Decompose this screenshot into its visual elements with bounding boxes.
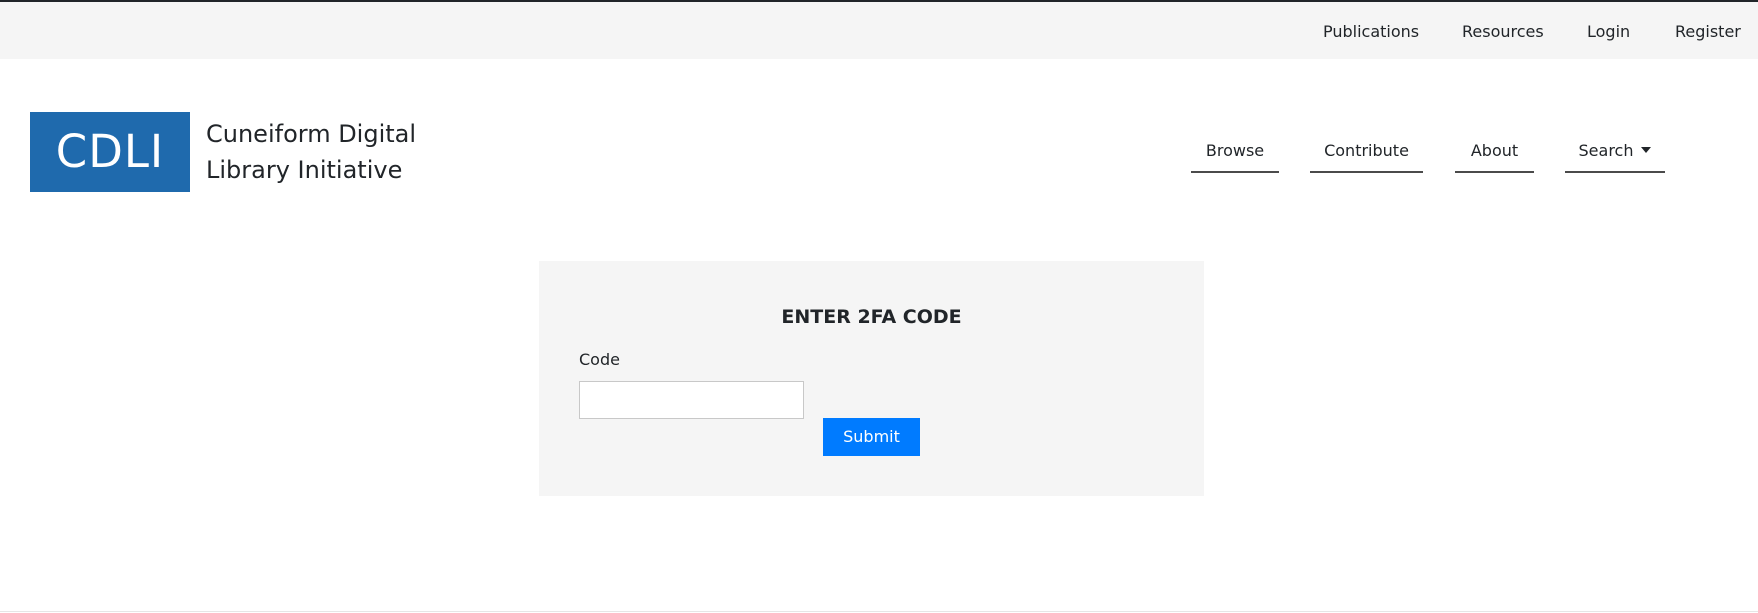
top-link-login[interactable]: Login bbox=[1587, 22, 1630, 42]
top-utility-bar: Publications Resources Login Register bbox=[0, 2, 1758, 59]
cdli-logo[interactable]: CDLI bbox=[30, 112, 190, 192]
nav-about-label: About bbox=[1470, 141, 1519, 160]
nav-browse[interactable]: Browse bbox=[1191, 139, 1279, 173]
twofa-card: ENTER 2FA CODE Code Submit bbox=[539, 261, 1204, 496]
nav-browse-label: Browse bbox=[1205, 141, 1265, 160]
twofa-title: ENTER 2FA CODE bbox=[781, 306, 962, 328]
code-label: Code bbox=[579, 350, 620, 369]
nav-search-label: Search bbox=[1578, 141, 1634, 160]
top-link-register[interactable]: Register bbox=[1675, 22, 1741, 42]
nav-search-dropdown[interactable]: Search bbox=[1565, 139, 1665, 173]
nav-contribute-label: Contribute bbox=[1324, 141, 1409, 160]
code-input[interactable] bbox=[579, 381, 804, 419]
chevron-down-icon bbox=[1641, 147, 1652, 153]
nav-about[interactable]: About bbox=[1455, 139, 1534, 173]
site-name[interactable]: Cuneiform Digital Library Initiative bbox=[206, 116, 446, 188]
nav-contribute[interactable]: Contribute bbox=[1310, 139, 1423, 173]
footer-divider bbox=[0, 611, 1758, 612]
top-link-publications[interactable]: Publications bbox=[1323, 22, 1419, 42]
submit-button[interactable]: Submit bbox=[823, 418, 920, 456]
top-link-resources[interactable]: Resources bbox=[1462, 22, 1544, 42]
